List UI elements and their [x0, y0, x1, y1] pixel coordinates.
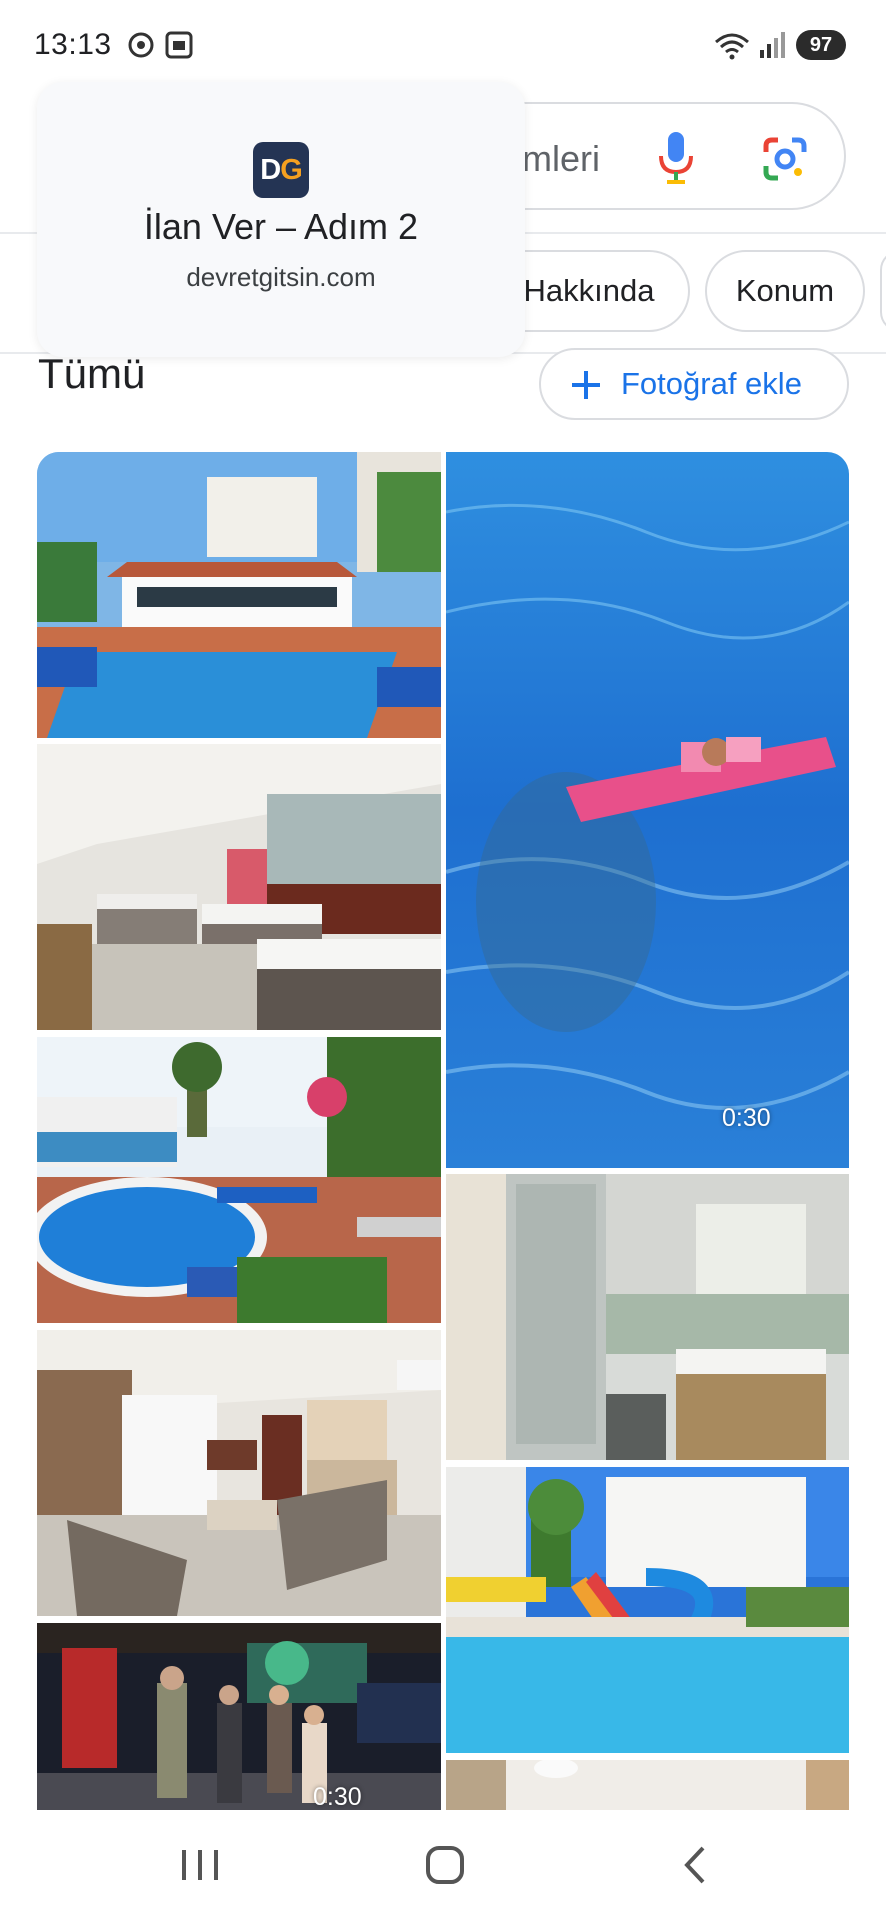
play-icon — [383, 1783, 441, 1810]
screenshot-icon — [165, 31, 193, 59]
section-title: Tümü — [38, 350, 146, 397]
popup-url: devretgitsin.com — [186, 262, 376, 292]
add-photo-label: Fotoğraf ekle — [621, 366, 802, 401]
chip-location[interactable]: Konum — [705, 250, 865, 332]
photo-pool-video[interactable]: 0:30 — [446, 452, 849, 1168]
home-icon[interactable] — [415, 1840, 475, 1890]
wifi-icon — [715, 33, 749, 60]
search-text: mleri — [522, 138, 600, 179]
photo-bedroom[interactable] — [37, 744, 441, 1030]
play-icon — [792, 1104, 849, 1168]
site-preview-popup[interactable]: DG İlan Ver – Adım 2 devretgitsin.com — [37, 82, 525, 357]
photo-hotel-exterior[interactable] — [37, 452, 441, 738]
status-bar: 13:13 97 — [0, 0, 886, 92]
photo-bathroom[interactable] — [446, 1174, 849, 1460]
photo-grid: 0:30 0:30 — [37, 452, 849, 1810]
video-duration: 0:30 — [722, 1104, 771, 1132]
battery-icon: 97 — [796, 30, 846, 60]
status-time: 13:13 — [34, 28, 112, 61]
photo-room-partial[interactable] — [446, 1760, 849, 1810]
back-icon[interactable] — [665, 1840, 725, 1890]
photo-night-entertainment[interactable]: 0:30 — [37, 1623, 441, 1810]
photo-waterslide-pool[interactable] — [446, 1467, 849, 1753]
add-photo-button[interactable]: Fotoğraf ekle — [539, 348, 849, 420]
notification-icon — [128, 32, 154, 58]
photo-pool-garden[interactable] — [37, 1037, 441, 1323]
search-bar[interactable]: mleri — [490, 102, 846, 210]
devretgitsin-logo-icon: DG — [253, 142, 309, 198]
photo-living-room[interactable] — [37, 1330, 441, 1616]
popup-title: İlan Ver – Adım 2 — [143, 206, 419, 247]
recent-apps-icon[interactable] — [170, 1840, 230, 1890]
plus-icon — [572, 371, 600, 399]
navigation-bar — [0, 1810, 886, 1920]
video-duration: 0:30 — [313, 1783, 362, 1810]
chip-more[interactable] — [880, 250, 886, 332]
signal-icon — [760, 32, 785, 58]
microphone-icon[interactable] — [656, 130, 696, 186]
google-lens-icon[interactable] — [762, 136, 808, 182]
